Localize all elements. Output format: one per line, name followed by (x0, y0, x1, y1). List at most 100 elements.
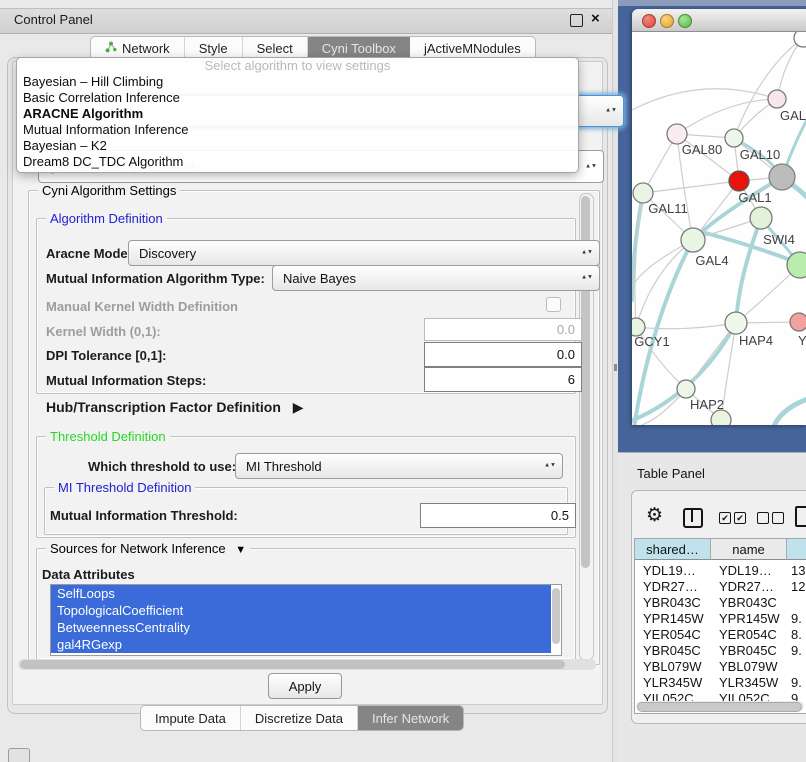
expand-right-icon[interactable]: ▶ (293, 399, 304, 415)
tab-infer-network[interactable]: Infer Network (358, 706, 463, 730)
hub-definition-section[interactable]: Hub/Transcription Factor Definition ▶ (46, 399, 304, 416)
table-row[interactable]: YLR345W YLR345W 9. (635, 675, 806, 691)
close-traffic-light-icon[interactable] (642, 14, 656, 28)
manual-kernel-width-checkbox[interactable] (546, 297, 561, 312)
table-row[interactable]: YDL19… YDL19… 13 (635, 563, 806, 579)
cell[interactable]: YBL079W (711, 659, 787, 675)
node-gal80[interactable] (667, 124, 687, 144)
node-gal10[interactable] (725, 129, 743, 147)
list-item-betweennesscentrality[interactable]: BetweennessCentrality (51, 619, 551, 636)
table-row[interactable]: YPR145W YPR145W 9. (635, 611, 806, 627)
split-columns-icon[interactable] (683, 508, 703, 528)
table-row[interactable]: YDR27… YDR27… 12 (635, 579, 806, 595)
network-canvas[interactable]: GAL GAL80 GAL10 GAL1 GAL11 SWI4 GAL4 GCY… (632, 32, 806, 425)
data-attributes-list[interactable]: SelfLoops TopologicalCoefficient Between… (50, 584, 562, 656)
cell[interactable]: YLR345W (711, 675, 787, 691)
table-row[interactable]: YBL079W YBL079W (635, 659, 806, 675)
table-hscrollbar[interactable] (636, 701, 804, 711)
collapse-down-icon[interactable]: ▼ (235, 544, 246, 556)
cell[interactable]: 9. (787, 611, 806, 627)
popup-item-basic-correlation[interactable]: Basic Correlation Inference (17, 90, 578, 106)
network-nodes[interactable] (632, 32, 806, 425)
table-row[interactable]: YBR043C YBR043C (635, 595, 806, 611)
network-window-titlebar[interactable] (632, 9, 806, 32)
float-window-icon[interactable] (570, 14, 583, 27)
cell[interactable]: 9. (787, 643, 806, 659)
node-gal11[interactable] (633, 183, 653, 203)
unchecked-checkbox-icon[interactable] (772, 512, 784, 524)
cell[interactable]: 12 (787, 579, 806, 595)
mi-threshold-field[interactable]: 0.5 (420, 503, 576, 528)
popup-item-bayesian-k2[interactable]: Bayesian – K2 (17, 138, 578, 154)
cell[interactable]: YBR043C (711, 595, 787, 611)
document-icon[interactable] (795, 506, 806, 527)
network-view-window[interactable]: GAL GAL80 GAL10 GAL1 GAL11 SWI4 GAL4 GCY… (632, 9, 806, 425)
kernel-width-field[interactable]: 0.0 (424, 318, 582, 341)
node-gal4[interactable] (681, 228, 705, 252)
dpi-tolerance-field[interactable]: 0.0 (424, 342, 582, 367)
node-partial-top[interactable] (794, 32, 806, 47)
cell[interactable]: YBR045C (711, 643, 787, 659)
node-hap2[interactable] (677, 380, 695, 398)
cell[interactable]: YLR345W (635, 675, 711, 691)
unchecked-checkbox-icon[interactable] (757, 512, 769, 524)
node-green-right[interactable] (787, 252, 806, 278)
cell[interactable]: YDL19… (635, 563, 711, 579)
mi-algorithm-type-combo[interactable]: Naive Bayes ▲▼ (272, 265, 600, 291)
aracne-mode-combo[interactable]: Discovery ▲▼ (128, 240, 600, 266)
gear-icon[interactable]: ⚙ (646, 506, 663, 526)
list-item-selfloops[interactable]: SelfLoops (51, 585, 551, 602)
cell[interactable]: YER054C (711, 627, 787, 643)
list-item-gal4rgexp[interactable]: gal4RGexp (51, 636, 551, 653)
table-row[interactable]: YBR045C YBR045C 9. (635, 643, 806, 659)
cell[interactable]: YBL079W (635, 659, 711, 675)
settings-hscrollbar[interactable] (18, 659, 596, 670)
cell[interactable]: YBR045C (635, 643, 711, 659)
cell[interactable]: YPR145W (635, 611, 711, 627)
cell[interactable]: YPR145W (711, 611, 787, 627)
settings-hscrollbar-thumb[interactable] (20, 660, 565, 669)
column-header-shared-name[interactable]: shared… (635, 539, 711, 560)
cell[interactable] (787, 659, 806, 675)
cell[interactable]: 9. (787, 675, 806, 691)
table-row[interactable]: YER054C YER054C 8. (635, 627, 806, 643)
attribute-list-scrollbar-thumb[interactable] (552, 588, 560, 644)
popup-item-bayesian-hill-climbing[interactable]: Bayesian – Hill Climbing (17, 74, 578, 90)
splitter-handle[interactable] (614, 364, 617, 371)
minimized-panel-icon[interactable] (8, 748, 30, 762)
mi-steps-field[interactable]: 6 (424, 367, 582, 392)
cell[interactable]: 13 (787, 563, 806, 579)
cell[interactable]: YDR27… (711, 579, 787, 595)
node-hap4[interactable] (725, 312, 747, 334)
cell[interactable]: YBR043C (635, 595, 711, 611)
cell[interactable]: YDR27… (635, 579, 711, 595)
tab-discretize-data[interactable]: Discretize Data (241, 706, 358, 730)
tab-impute-data[interactable]: Impute Data (141, 706, 241, 730)
popup-item-dream8[interactable]: Dream8 DC_TDC Algorithm (17, 154, 578, 170)
close-icon[interactable]: × (591, 10, 600, 28)
table-hscrollbar-thumb[interactable] (637, 702, 802, 712)
cell[interactable]: 8. (787, 627, 806, 643)
node-swi4[interactable] (750, 207, 772, 229)
node-red-gal1[interactable] (729, 171, 749, 191)
minimize-traffic-light-icon[interactable] (660, 14, 674, 28)
column-header-name[interactable]: name (711, 539, 787, 560)
popup-item-mutual-information[interactable]: Mutual Information Inference (17, 122, 578, 138)
apply-button[interactable]: Apply (268, 673, 342, 699)
zoom-traffic-light-icon[interactable] (678, 14, 692, 28)
cell[interactable] (787, 595, 806, 611)
column-header-partial[interactable] (787, 539, 806, 560)
cell[interactable]: YER054C (635, 627, 711, 643)
checked-checkbox-icon[interactable]: ✔ (719, 512, 731, 524)
cell[interactable]: YDL19… (711, 563, 787, 579)
which-threshold-combo[interactable]: MI Threshold ▲▼ (235, 453, 563, 479)
popup-item-aracne[interactable]: ARACNE Algorithm (17, 106, 578, 122)
checked-checkbox-icon[interactable]: ✔ (734, 512, 746, 524)
node-salmon[interactable] (790, 313, 806, 331)
node-gray[interactable] (769, 164, 795, 190)
node-pink-top[interactable] (768, 90, 786, 108)
list-item-topologicalcoefficient[interactable]: TopologicalCoefficient (51, 602, 551, 619)
cyni-algorithm-settings-title: Cyni Algorithm Settings (38, 184, 180, 197)
node-partial-bottom[interactable] (711, 410, 731, 425)
sources-title-row[interactable]: Sources for Network Inference ▼ (46, 542, 250, 557)
